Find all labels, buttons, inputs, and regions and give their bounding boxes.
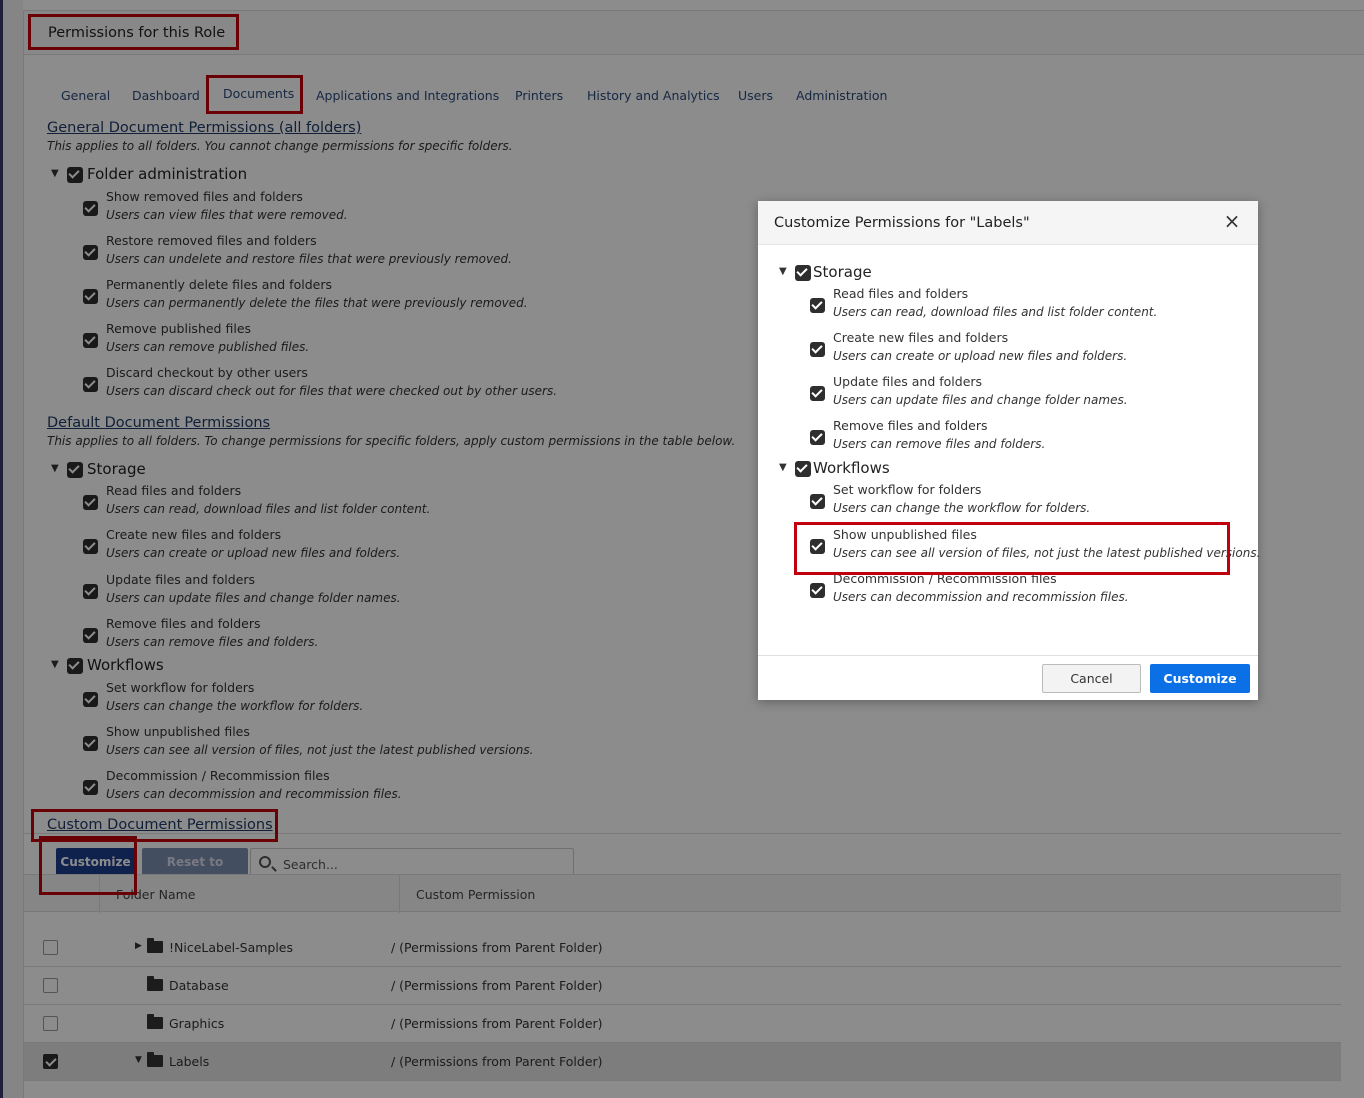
perm-desc: Users can decommission and recommission … (833, 590, 1129, 604)
dialog-header: Customize Permissions for "Labels" × (758, 201, 1258, 245)
perm-checkbox[interactable] (810, 386, 825, 401)
dialog-group-workflows: ▼ Workflows (779, 459, 979, 481)
perm-desc: Users can create or upload new files and… (833, 349, 1128, 363)
perm-title: Set workflow for folders (833, 482, 982, 497)
group-label: Workflows (813, 459, 890, 477)
collapse-triangle-icon[interactable]: ▼ (779, 266, 787, 277)
perm-desc: Users can update files and change folder… (833, 393, 1128, 407)
perm-checkbox[interactable] (810, 494, 825, 509)
perm-checkbox[interactable] (810, 539, 825, 554)
perm-desc: Users can see all version of files, not … (833, 546, 1261, 560)
perm-desc: Users can change the workflow for folder… (833, 501, 1091, 515)
customize-permissions-dialog: Customize Permissions for "Labels" × ▼ S… (758, 201, 1261, 700)
cancel-button[interactable]: Cancel (1042, 664, 1141, 693)
perm-title: Update files and folders (833, 374, 983, 389)
collapse-triangle-icon[interactable]: ▼ (779, 462, 787, 473)
perm-checkbox[interactable] (810, 298, 825, 313)
dialog-group-storage: ▼ Storage (779, 263, 979, 285)
dialog-customize-button[interactable]: Customize (1150, 664, 1250, 693)
perm-desc: Users can read, download files and list … (833, 305, 1158, 319)
perm-title: Show unpublished files (833, 527, 977, 542)
close-icon[interactable]: × (1222, 211, 1242, 231)
dialog-title: Customize Permissions for "Labels" (774, 215, 1030, 231)
perm-title: Create new files and folders (833, 330, 1009, 345)
perm-title: Read files and folders (833, 286, 969, 301)
workflows-checkbox[interactable] (795, 461, 811, 477)
perm-title: Decommission / Recommission files (833, 571, 1057, 586)
dialog-footer: Cancel Customize (758, 655, 1258, 700)
perm-checkbox[interactable] (810, 342, 825, 357)
perm-checkbox[interactable] (810, 583, 825, 598)
perm-title: Remove files and folders (833, 418, 988, 433)
storage-checkbox[interactable] (795, 265, 811, 281)
group-label: Storage (813, 263, 872, 281)
perm-checkbox[interactable] (810, 430, 825, 445)
perm-desc: Users can remove files and folders. (833, 437, 1046, 451)
